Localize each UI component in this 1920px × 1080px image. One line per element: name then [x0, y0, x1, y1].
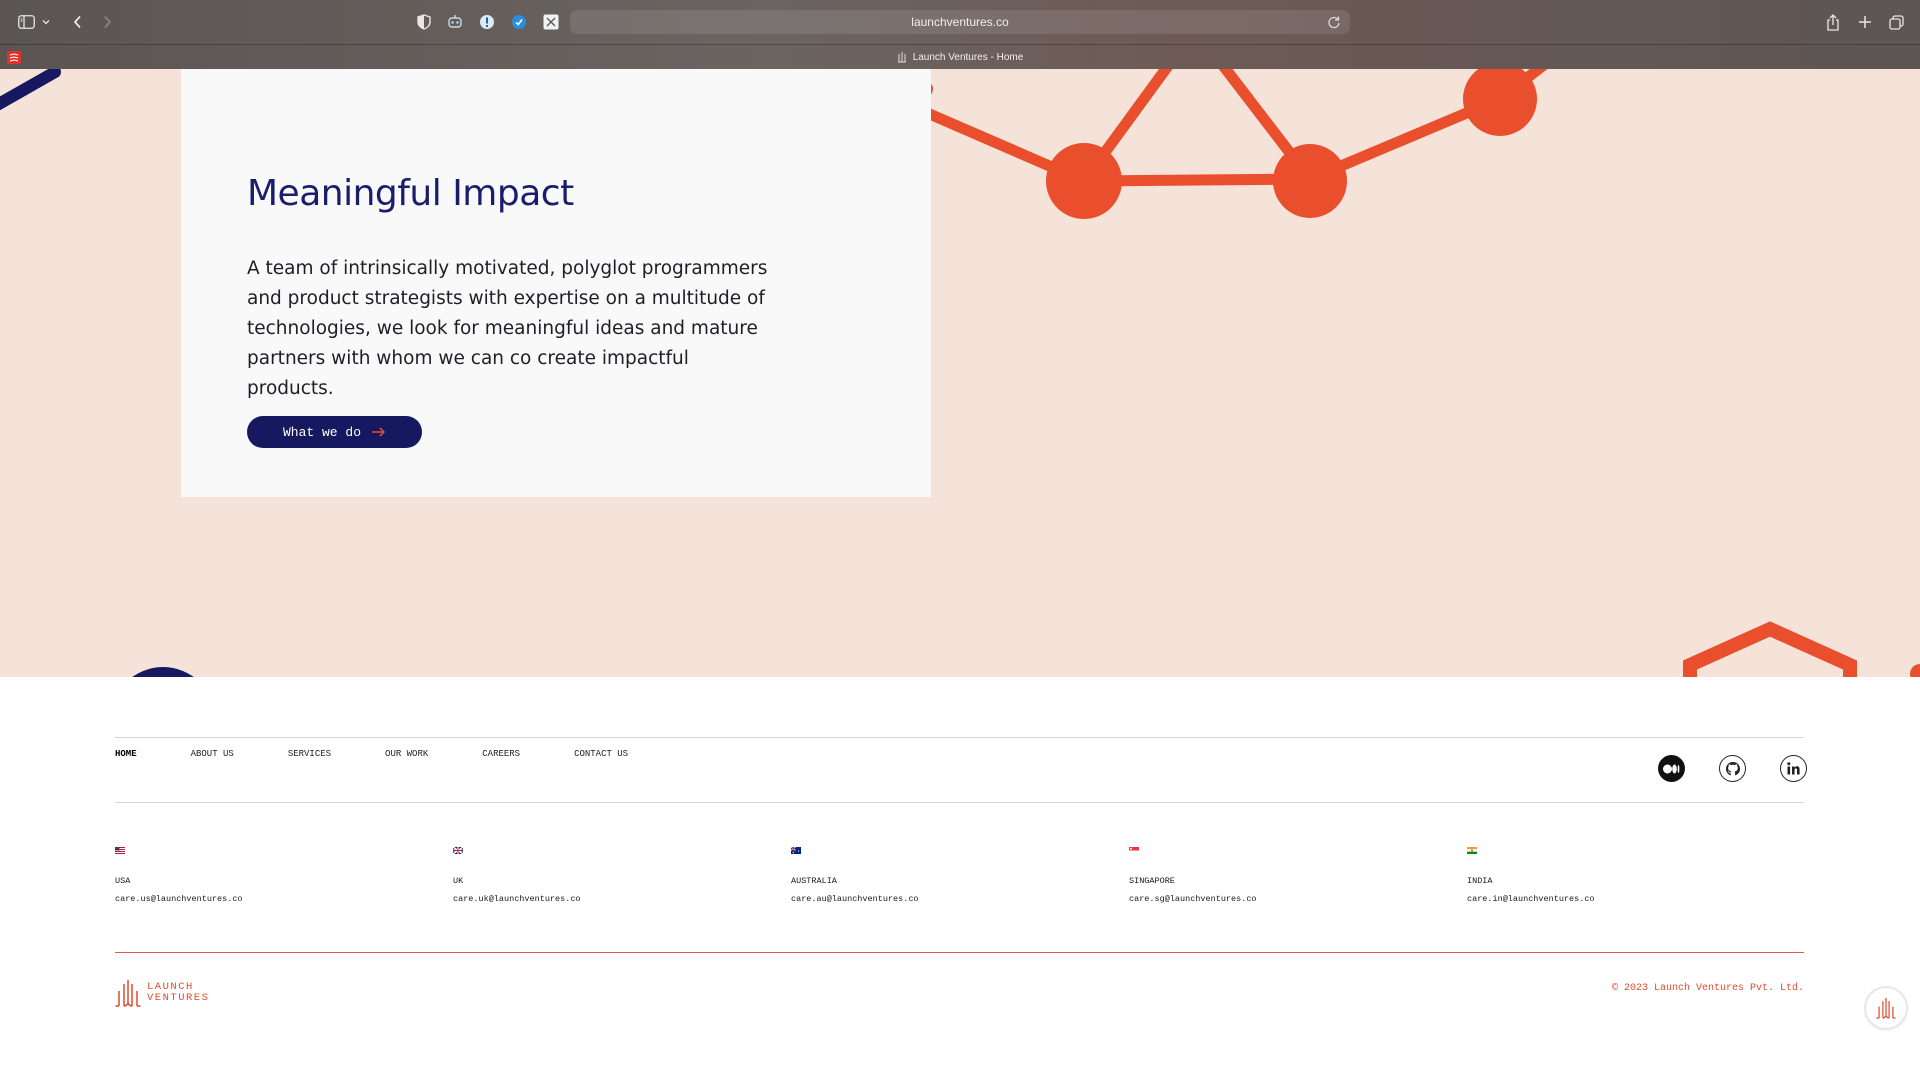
- footer-nav-home[interactable]: HOME: [115, 749, 137, 759]
- sidebar-toggle-button[interactable]: [16, 13, 36, 31]
- reload-icon[interactable]: [1326, 14, 1342, 30]
- copyright-text: © 2023 Launch Ventures Pvt. Ltd.: [1611, 983, 1804, 994]
- impact-card: Meaningful Impact A team of intrinsicall…: [181, 69, 931, 497]
- chat-widget-button[interactable]: [1866, 988, 1906, 1028]
- extension-button-3[interactable]: [509, 12, 529, 32]
- back-button[interactable]: [68, 12, 86, 32]
- office-list: USA care.us@launchventures.co UK care.uk…: [115, 847, 1804, 907]
- alert-extension-icon: [480, 15, 494, 29]
- office-uk: UK care.uk@launchventures.co: [453, 847, 753, 904]
- office-email[interactable]: care.uk@launchventures.co: [453, 894, 753, 904]
- navy-circle-decoration: [132, 667, 194, 677]
- hero-title: Meaningful Impact: [247, 173, 574, 214]
- footer-nav-contact-us[interactable]: CONTACT US: [574, 749, 628, 759]
- x-extension-icon: [543, 14, 559, 30]
- footer-nav-careers[interactable]: CAREERS: [482, 749, 520, 759]
- office-usa: USA care.us@launchventures.co: [115, 847, 415, 904]
- office-email[interactable]: care.sg@launchventures.co: [1129, 894, 1429, 904]
- tab-overview-button[interactable]: [1886, 12, 1906, 32]
- extension-button-2[interactable]: [477, 12, 497, 32]
- tab-title: Launch Ventures - Home: [912, 51, 1024, 63]
- sg-flag-icon: [1129, 847, 1139, 854]
- forward-button[interactable]: [98, 12, 116, 32]
- office-country: INDIA: [1467, 876, 1493, 886]
- footer-nav-services[interactable]: SERVICES: [288, 749, 331, 759]
- au-flag-icon: [791, 847, 801, 854]
- footer-nav: HOME ABOUT US SERVICES OUR WORK CAREERS …: [115, 746, 682, 762]
- office-india: INDIA care.in@launchventures.co: [1467, 847, 1767, 904]
- navy-stroke-decoration: [0, 69, 61, 111]
- sidebar-icon: [17, 15, 35, 29]
- extension-button-1[interactable]: [445, 12, 465, 32]
- footer-nav-our-work[interactable]: OUR WORK: [385, 749, 428, 759]
- office-country: UK: [453, 876, 464, 886]
- address-bar-url: launchventures.co: [911, 15, 1009, 29]
- share-icon: [1827, 13, 1839, 31]
- uk-flag-icon: [453, 847, 463, 854]
- office-email[interactable]: care.in@launchventures.co: [1467, 894, 1767, 904]
- robot-extension-icon: [448, 15, 462, 28]
- linkedin-link[interactable]: [1780, 755, 1807, 782]
- orange-hexagon-decoration: [1683, 621, 1857, 677]
- logo-line-ventures: VENTURES: [147, 992, 210, 1004]
- launch-ventures-logo-icon: [115, 980, 141, 1007]
- blue-extension-icon: [512, 15, 526, 29]
- social-links: [1658, 755, 1807, 782]
- github-link[interactable]: [1719, 755, 1746, 782]
- share-button[interactable]: [1823, 11, 1843, 33]
- plus-icon: [1859, 16, 1871, 28]
- medium-link[interactable]: [1658, 755, 1685, 782]
- medium-icon: [1663, 764, 1680, 773]
- logo-wordmark: LAUNCH VENTURES: [147, 982, 209, 1004]
- in-flag-icon: [1467, 847, 1477, 854]
- privacy-shield-button[interactable]: [415, 12, 433, 32]
- footer-divider-top: [115, 737, 1804, 738]
- office-country: AUSTRALIA: [791, 876, 837, 886]
- launch-ventures-chat-icon: [1876, 998, 1896, 1019]
- orange-network-decoration: [922, 69, 1548, 187]
- footer-divider-middle: [115, 802, 1804, 803]
- office-country: USA: [115, 876, 131, 886]
- orange-dot-decoration: [1910, 664, 1920, 677]
- browser-chrome: launchventures.co Launch Ventures - Home: [0, 0, 1920, 69]
- office-singapore: SINGAPORE care.sg@launchventures.co: [1129, 847, 1429, 904]
- browser-toolbar: launchventures.co: [0, 0, 1920, 44]
- shield-icon: [417, 14, 431, 30]
- new-tab-button[interactable]: [1855, 12, 1875, 32]
- office-australia: AUSTRALIA care.au@launchventures.co: [791, 847, 1091, 904]
- chevron-down-icon: [42, 20, 50, 25]
- footer-nav-about-us[interactable]: ABOUT US: [191, 749, 234, 759]
- active-tab[interactable]: Launch Ventures - Home: [0, 50, 1920, 64]
- office-email[interactable]: care.au@launchventures.co: [791, 894, 1091, 904]
- hero-description: A team of intrinsically motivated, polyg…: [247, 258, 768, 399]
- extension-button-4[interactable]: [541, 12, 561, 32]
- tabs-overview-icon: [1888, 14, 1904, 30]
- linkedin-icon: [1787, 762, 1800, 775]
- office-country: SINGAPORE: [1129, 876, 1175, 886]
- us-flag-icon: [115, 847, 125, 854]
- forward-arrow-icon: [103, 15, 111, 29]
- github-icon: [1725, 761, 1740, 775]
- site-footer: HOME ABOUT US SERVICES OUR WORK CAREERS …: [0, 677, 1920, 1080]
- launch-ventures-logo[interactable]: LAUNCH VENTURES: [115, 979, 209, 1007]
- footer-divider-bottom: [115, 952, 1804, 953]
- arrow-right-icon: [372, 427, 386, 437]
- sidebar-menu-chevron[interactable]: [41, 15, 51, 29]
- launch-ventures-favicon-icon: [897, 52, 906, 63]
- what-we-do-button[interactable]: What we do: [247, 416, 422, 448]
- hero-section: Meaningful Impact A team of intrinsicall…: [0, 69, 1920, 677]
- back-arrow-icon: [73, 15, 81, 29]
- what-we-do-label: What we do: [282, 424, 361, 440]
- address-bar[interactable]: launchventures.co: [570, 10, 1350, 34]
- office-email[interactable]: care.us@launchventures.co: [115, 894, 415, 904]
